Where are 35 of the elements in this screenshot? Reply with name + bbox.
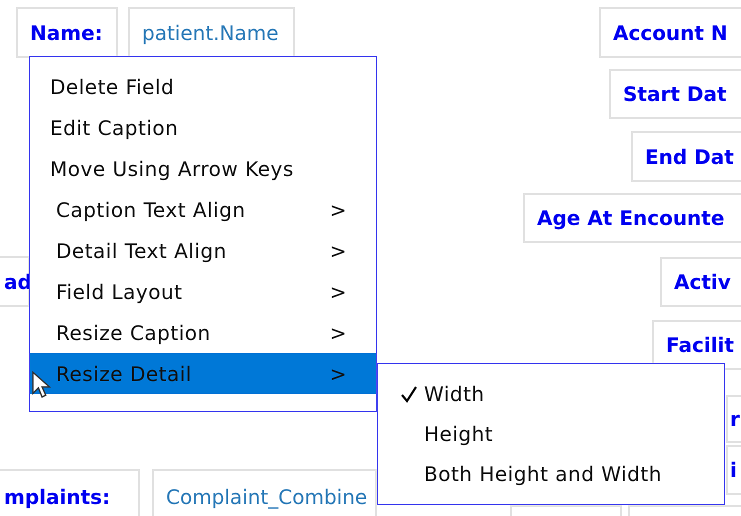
field-caption[interactable]: Activ: [660, 257, 741, 307]
menu-item[interactable]: Caption Text Align >: [30, 189, 376, 230]
menu-item[interactable]: Resize Detail >: [30, 353, 376, 394]
menu-item-label: Delete Field: [50, 74, 176, 98]
field-caption[interactable]: i: [726, 445, 741, 495]
field-caption[interactable]: Account N: [599, 7, 741, 58]
submenu-item[interactable]: Height: [378, 414, 724, 454]
field-detail[interactable]: patient.Name: [128, 7, 295, 58]
field-detail[interactable]: Complaint_Combine: [152, 469, 377, 516]
submenu-arrow: >: [330, 198, 347, 222]
menu-item[interactable]: Delete Field: [30, 66, 376, 107]
field-caption[interactable]: r: [726, 395, 741, 443]
field-caption[interactable]: mplaints:: [0, 469, 140, 516]
field-caption[interactable]: Age At Encounte: [523, 193, 741, 243]
menu-item[interactable]: Move Using Arrow Keys: [30, 148, 376, 189]
menu-item[interactable]: Detail Text Align >: [30, 230, 376, 271]
submenu-arrow: >: [330, 280, 347, 304]
field-caption[interactable]: Start Dat: [609, 69, 741, 119]
field-caption[interactable]: Name:: [16, 7, 118, 58]
menu-item-label: Resize Detail: [56, 362, 193, 386]
submenu-arrow: >: [330, 362, 347, 386]
submenu-arrow: >: [330, 320, 347, 344]
menu-item-label: Resize Caption: [56, 320, 212, 344]
submenu-item[interactable]: Width: [378, 374, 724, 414]
menu-item-label: Caption Text Align: [56, 198, 247, 222]
submenu-arrow: >: [330, 238, 347, 262]
field-caption[interactable]: End Dat: [631, 131, 741, 182]
menu-item-label: Field Layout: [56, 280, 184, 304]
menu-item-label: Edit Caption: [50, 116, 180, 140]
menu-item[interactable]: Edit Caption: [30, 107, 376, 148]
menu-item[interactable]: Field Layout >: [30, 271, 376, 312]
menu-item-label: Detail Text Align: [56, 238, 228, 262]
submenu-item[interactable]: Both Height and Width: [378, 454, 724, 494]
menu-item-label: Move Using Arrow Keys: [50, 156, 295, 180]
menu-item[interactable]: Resize Caption >: [30, 312, 376, 353]
